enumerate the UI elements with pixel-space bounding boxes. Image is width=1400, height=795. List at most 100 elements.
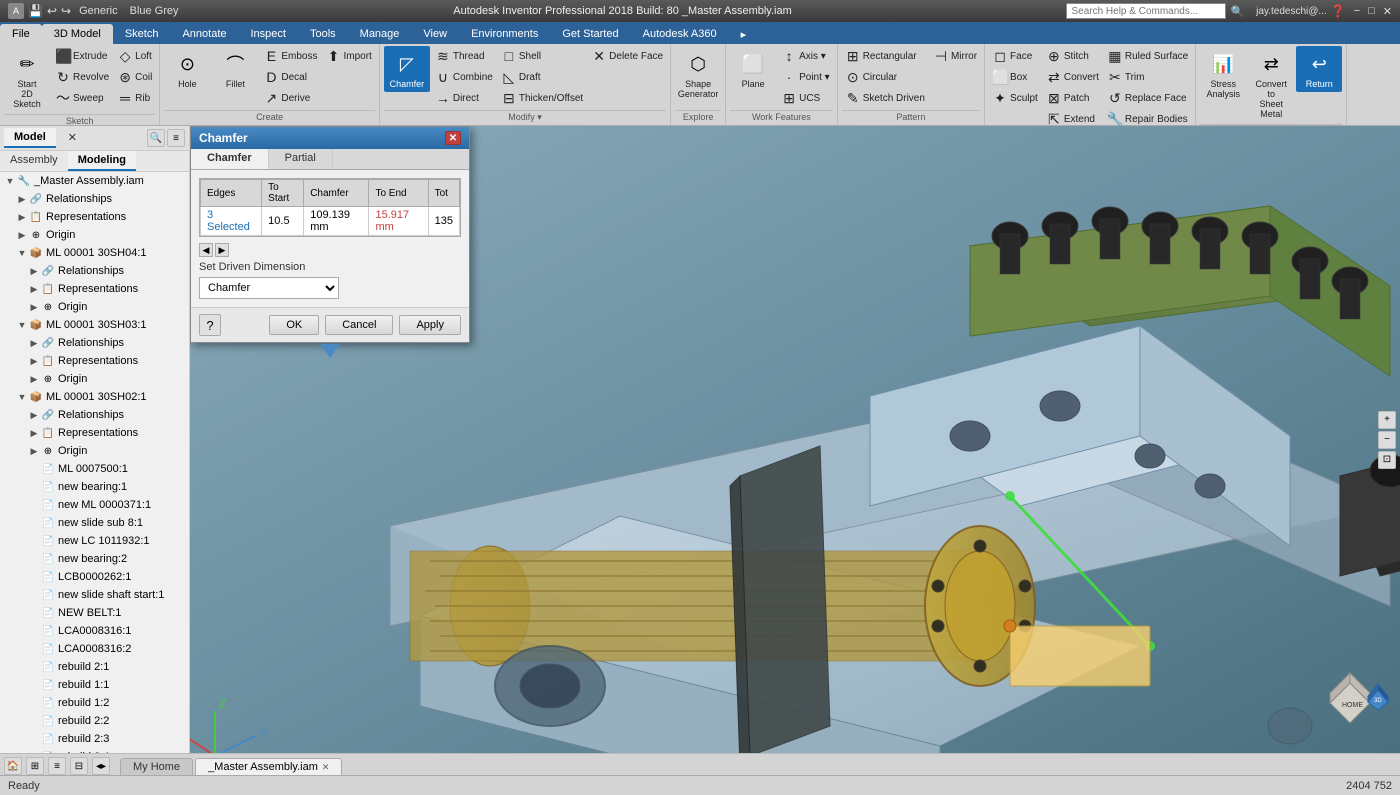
tree-item-ml0002[interactable]: ▼ 📦 ML 00001 30SH02:1 xyxy=(0,388,189,406)
tree-item-lca1[interactable]: 📄 LCA0008316:1 xyxy=(0,622,189,640)
tree-item-rebuild22[interactable]: 📄 rebuild 2:2 xyxy=(0,712,189,730)
panel-menu-btn[interactable]: ≡ xyxy=(167,129,185,147)
view-split-btn[interactable]: ⊟ xyxy=(70,757,88,775)
tab-tools[interactable]: Tools xyxy=(298,24,348,44)
tree-exp-origin[interactable]: ▶ xyxy=(16,230,28,241)
btn-fillet[interactable]: ⌒ Fillet xyxy=(212,46,258,92)
btn-face[interactable]: ◻Face xyxy=(989,46,1041,66)
tab-autodeska360[interactable]: Autodesk A360 xyxy=(631,24,729,44)
btn-point[interactable]: ·Point ▾ xyxy=(778,67,833,87)
tree-item-rebuild12[interactable]: 📄 rebuild 1:2 xyxy=(0,694,189,712)
btn-return[interactable]: ↩ Return xyxy=(1296,46,1342,92)
tree-item-rebuild23[interactable]: 📄 rebuild 2:3 xyxy=(0,730,189,748)
btn-sketchdriven[interactable]: ✎Sketch Driven xyxy=(842,88,928,108)
btn-direct[interactable]: →Direct xyxy=(432,88,496,108)
tree-item-rebuild11[interactable]: 📄 rebuild 1:1 xyxy=(0,676,189,694)
btn-box[interactable]: ⬜Box xyxy=(989,67,1041,87)
panel-tab-model[interactable]: Model xyxy=(4,128,56,148)
tree-item-rebuild21[interactable]: 📄 rebuild 2:1 xyxy=(0,658,189,676)
tree-item-ml0003[interactable]: ▼ 📦 ML 00001 30SH03:1 xyxy=(0,316,189,334)
masterassembly-tab-close[interactable]: ✕ xyxy=(322,762,330,773)
tree-item-newbearing2[interactable]: 📄 new bearing:2 xyxy=(0,550,189,568)
tree-exp-ml0001[interactable]: ▼ xyxy=(16,248,28,258)
app-title-dropdown[interactable]: Generic xyxy=(79,5,118,17)
color-scheme-dropdown[interactable]: Blue Grey xyxy=(130,5,179,17)
panel-tab-modeling[interactable]: Modeling xyxy=(68,151,136,171)
chamfer-tab-partial[interactable]: Partial xyxy=(269,149,333,169)
tab-extra[interactable]: ▸ xyxy=(729,24,759,44)
tree-item-ml7500[interactable]: 📄 ML 0007500:1 xyxy=(0,460,189,478)
btn-axis[interactable]: ↕Axis ▾ xyxy=(778,46,833,66)
tree-item-origin3[interactable]: ▶ ⊕ Origin xyxy=(0,370,189,388)
bottom-tab-myhome[interactable]: My Home xyxy=(120,758,193,775)
btn-sweep[interactable]: 〜Sweep xyxy=(52,88,112,108)
btn-chamfer[interactable]: ◸ Chamfer xyxy=(384,46,430,92)
tree-exp-ml0003[interactable]: ▼ xyxy=(16,320,28,330)
tree-item-rel3[interactable]: ▶ 🔗 Relationships xyxy=(0,334,189,352)
view-home-btn[interactable]: 🏠 xyxy=(4,757,22,775)
tab-file[interactable]: File xyxy=(0,24,42,44)
btn-derive[interactable]: ↗Derive xyxy=(260,88,320,108)
zoom-out-btn[interactable]: − xyxy=(1378,431,1396,449)
tab-annotate[interactable]: Annotate xyxy=(170,24,238,44)
btn-stressanalysis[interactable]: 📊 StressAnalysis xyxy=(1200,46,1246,102)
btn-ruledsurface[interactable]: ▦Ruled Surface xyxy=(1104,46,1191,66)
tree-item-rep3[interactable]: ▶ 📋 Representations xyxy=(0,352,189,370)
tree-exp-rel3[interactable]: ▶ xyxy=(28,338,40,349)
chamfer-help-btn[interactable]: ? xyxy=(199,314,221,336)
btn-convert[interactable]: ⇄Convert xyxy=(1043,67,1102,87)
tab-3dmodel[interactable]: 3D Model xyxy=(42,24,113,44)
tree-item-newslidesub[interactable]: 📄 new slide sub 8:1 xyxy=(0,514,189,532)
tree-item-rep4[interactable]: ▶ 📋 Representations xyxy=(0,424,189,442)
tab-view[interactable]: View xyxy=(411,24,459,44)
tree-exp-rep4[interactable]: ▶ xyxy=(28,428,40,439)
tree-item-master[interactable]: ▼ 🔧 _Master Assembly.iam xyxy=(0,172,189,190)
btn-decal[interactable]: DDecal xyxy=(260,67,320,87)
tree-item-rel4[interactable]: ▶ 🔗 Relationships xyxy=(0,406,189,424)
tree-exp-ml0002[interactable]: ▼ xyxy=(16,392,28,402)
btn-mirror[interactable]: ⊣Mirror xyxy=(930,46,980,66)
btn-shell[interactable]: □Shell xyxy=(498,46,586,66)
tree-item-lca2[interactable]: 📄 LCA0008316:2 xyxy=(0,640,189,658)
search-input[interactable] xyxy=(1066,3,1226,19)
tab-manage[interactable]: Manage xyxy=(348,24,412,44)
tree-exp-rel2[interactable]: ▶ xyxy=(28,266,40,277)
tree-exp-rep2[interactable]: ▶ xyxy=(28,284,40,295)
chamfer-table-container[interactable]: Edges To Start Chamfer To End Tot 3 Sele… xyxy=(199,178,461,237)
tree-exp-origin2[interactable]: ▶ xyxy=(28,302,40,313)
btn-convert-sheet[interactable]: ⇄ Convert toSheet Metal xyxy=(1248,46,1294,122)
tree-exp-origin4[interactable]: ▶ xyxy=(28,446,40,457)
quick-access-save[interactable]: 💾 xyxy=(28,4,43,18)
fit-all-btn[interactable]: ⊡ xyxy=(1378,451,1396,469)
tree-item-lcb[interactable]: 📄 LCB0000262:1 xyxy=(0,568,189,586)
tree-item-origin[interactable]: ▶ ⊕ Origin xyxy=(0,226,189,244)
panel-tab-assembly[interactable]: Assembly xyxy=(0,151,68,171)
tab-sketch[interactable]: Sketch xyxy=(113,24,171,44)
tree-exp-rep[interactable]: ▶ xyxy=(16,212,28,223)
tree-item-newbearing[interactable]: 📄 new bearing:1 xyxy=(0,478,189,496)
tree-exp-rel4[interactable]: ▶ xyxy=(28,410,40,421)
tree-item-relationships[interactable]: ▶ 🔗 Relationships xyxy=(0,190,189,208)
btn-hole[interactable]: ⊙ Hole xyxy=(164,46,210,92)
btn-replaceface[interactable]: ↺Replace Face xyxy=(1104,88,1191,108)
chamfer-close-btn[interactable]: ✕ xyxy=(445,131,461,145)
help-icon[interactable]: ❓ xyxy=(1331,4,1346,18)
quick-access-undo[interactable]: ↩ xyxy=(47,4,57,18)
btn-combine[interactable]: ∪Combine xyxy=(432,67,496,87)
table-nav-right[interactable]: ▶ xyxy=(215,243,229,257)
tree-item-newlc[interactable]: 📄 new LC 1011932:1 xyxy=(0,532,189,550)
tree-item-newslide[interactable]: 📄 new slide shaft start:1 xyxy=(0,586,189,604)
chamfer-ok-btn[interactable]: OK xyxy=(269,315,319,335)
tree-item-origin4[interactable]: ▶ ⊕ Origin xyxy=(0,442,189,460)
btn-coil[interactable]: ⊛Coil xyxy=(114,67,155,87)
chamfer-tab-chamfer[interactable]: Chamfer xyxy=(191,149,269,169)
btn-loft[interactable]: ◇Loft xyxy=(114,46,155,66)
bottom-tab-masterassembly[interactable]: _Master Assembly.iam ✕ xyxy=(195,758,342,775)
tree-item-newml0371[interactable]: 📄 new ML 0000371:1 xyxy=(0,496,189,514)
btn-ucs[interactable]: ⊞UCS xyxy=(778,88,833,108)
viewport[interactable]: Y X Z Chamfer ✕ Chamfer Partial xyxy=(190,126,1400,753)
btn-revolve[interactable]: ↻Revolve xyxy=(52,67,112,87)
tree-exp-origin3[interactable]: ▶ xyxy=(28,374,40,385)
tree-item-representations[interactable]: ▶ 📋 Representations xyxy=(0,208,189,226)
search-icon[interactable]: 🔍 xyxy=(1230,5,1244,18)
